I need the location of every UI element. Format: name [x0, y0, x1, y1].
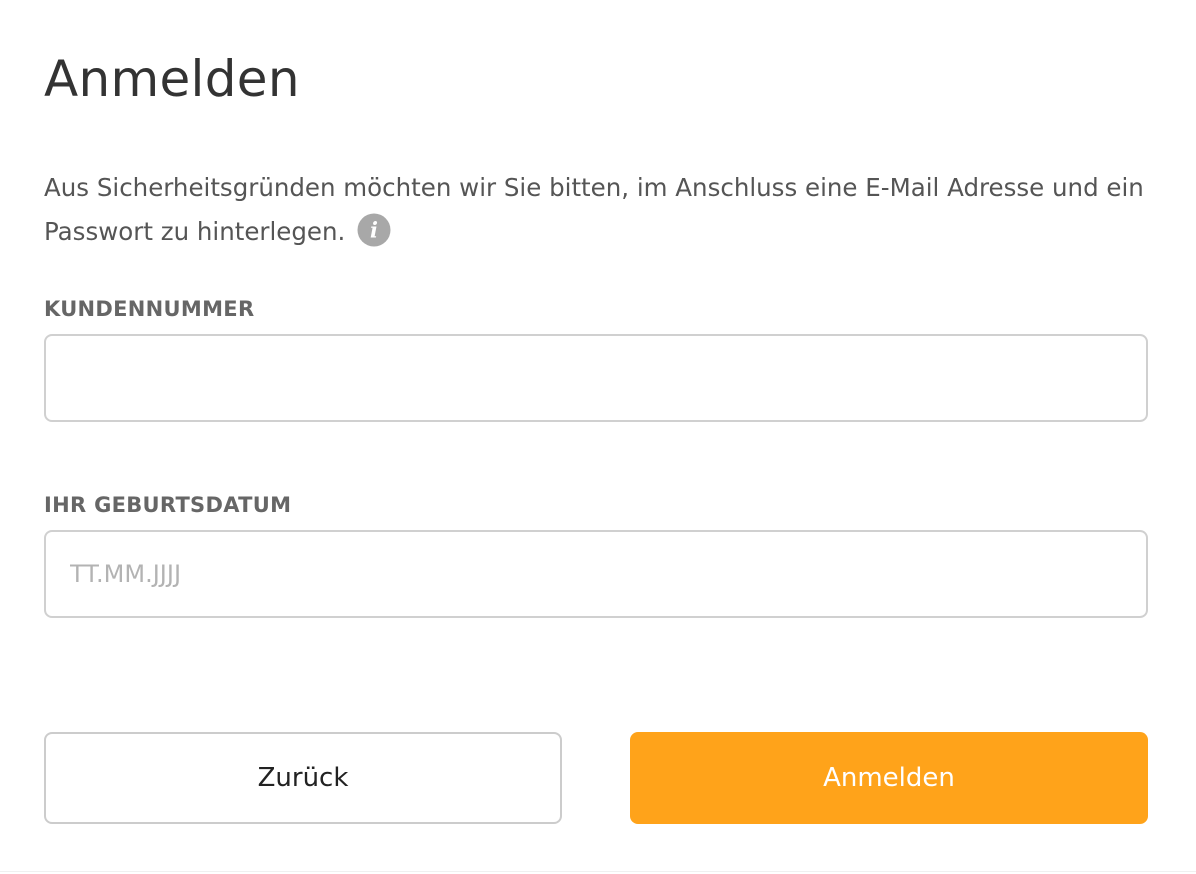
bottom-divider: [0, 871, 1196, 872]
birth-date-label: IHR GEBURTSDATUM: [44, 493, 292, 517]
login-button[interactable]: Anmelden: [630, 732, 1148, 824]
birth-date-input[interactable]: [44, 530, 1148, 618]
info-icon[interactable]: i: [357, 213, 391, 247]
back-button[interactable]: Zurück: [44, 732, 562, 824]
customer-number-label: KUNDENNUMMER: [44, 297, 255, 321]
customer-number-input[interactable]: [44, 334, 1148, 422]
info-icon-graphic: i: [357, 213, 391, 247]
page-title: Anmelden: [44, 50, 300, 108]
intro-text: Aus Sicherheitsgründen möchten wir Sie b…: [44, 166, 1154, 254]
intro-text-content: Aus Sicherheitsgründen möchten wir Sie b…: [44, 173, 1144, 246]
info-icon-glyph: i: [370, 218, 378, 243]
